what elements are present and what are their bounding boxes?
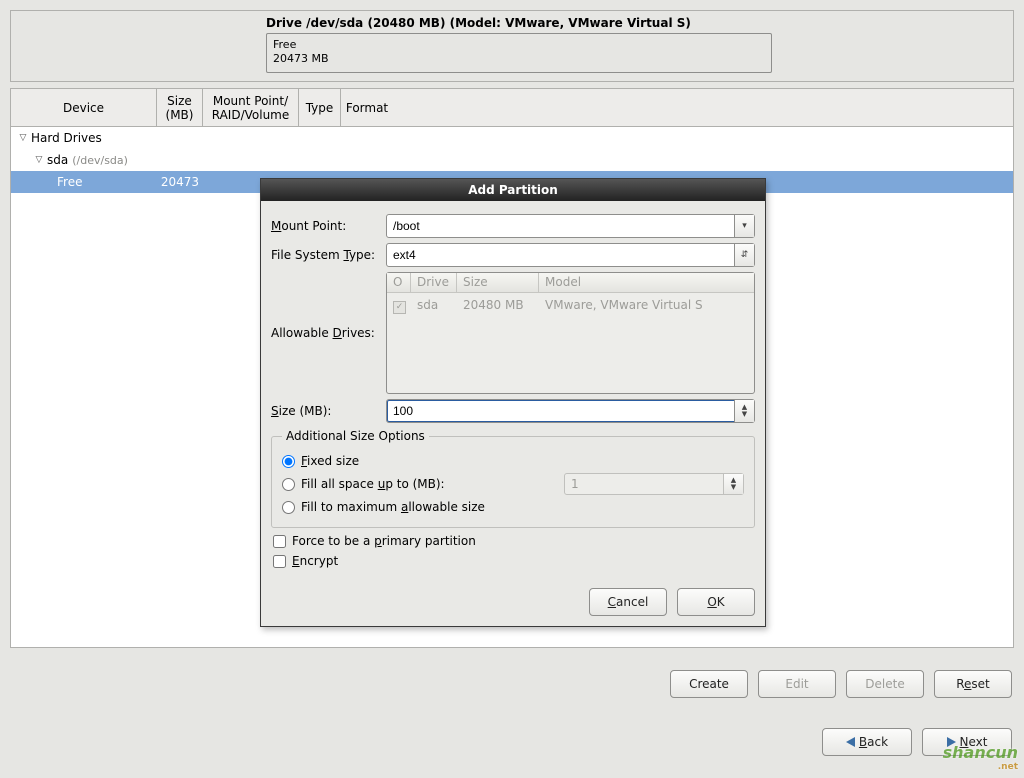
tree-label: Hard Drives — [31, 131, 177, 145]
fs-type-label: File System Type: — [271, 248, 386, 262]
col-size[interactable]: Size (MB) — [157, 89, 203, 126]
drives-col-check: O — [387, 273, 411, 292]
fs-type-input[interactable] — [387, 244, 734, 266]
drives-table[interactable]: O Drive Size Model ✓ sda 20480 MB VMware… — [386, 272, 755, 394]
drives-row-drive: sda — [411, 296, 457, 316]
drives-row-model: VMware, VMware Virtual S — [539, 296, 754, 316]
radio-fill-max[interactable]: Fill to maximum allowable size — [282, 500, 744, 514]
drives-row[interactable]: ✓ sda 20480 MB VMware, VMware Virtual S — [387, 293, 754, 316]
fillup-spinner: 1 ▲▼ — [564, 473, 744, 495]
drive-free-box: Free 20473 MB — [266, 33, 772, 73]
ok-button[interactable]: OK — [677, 588, 755, 616]
tree-row-hard-drives[interactable]: ▽ Hard Drives — [11, 127, 1013, 149]
tree-label: sda — [47, 153, 68, 167]
cancel-button[interactable]: Cancel — [589, 588, 667, 616]
radio-fixed-size[interactable]: Fixed size — [282, 454, 744, 468]
tree-size: 20473 — [157, 175, 203, 189]
checkbox-disabled-icon: ✓ — [393, 301, 406, 314]
mount-point-label: Mount Point: — [271, 219, 386, 233]
nav-buttons: Back Next — [822, 728, 1012, 756]
radio-fillup-input[interactable] — [282, 478, 295, 491]
mount-point-combo[interactable]: ▾ — [386, 214, 755, 238]
back-button[interactable]: Back — [822, 728, 912, 756]
encrypt-row[interactable]: Encrypt — [273, 554, 753, 568]
mount-point-input[interactable] — [387, 215, 734, 237]
fs-type-row: File System Type: ⇵ — [271, 243, 755, 267]
radio-fixed-label: Fixed size — [301, 454, 359, 468]
drive-free-label: Free — [273, 38, 765, 52]
arrow-right-icon — [947, 737, 956, 747]
drive-banner: Drive /dev/sda (20480 MB) (Model: VMware… — [10, 10, 1014, 82]
drives-col-model: Model — [539, 273, 754, 292]
drive-title: Drive /dev/sda (20480 MB) (Model: VMware… — [266, 16, 691, 30]
spinner-buttons-icon[interactable]: ▲▼ — [734, 400, 754, 422]
drive-free-size: 20473 MB — [273, 52, 765, 66]
radio-fixed-input[interactable] — [282, 455, 295, 468]
drives-col-drive: Drive — [411, 273, 457, 292]
device-path: (/dev/sda) — [72, 154, 128, 167]
radio-max-input[interactable] — [282, 501, 295, 514]
edit-button[interactable]: Edit — [758, 670, 836, 698]
fillup-value: 1 — [565, 477, 723, 491]
size-input[interactable] — [387, 400, 734, 422]
updown-icon[interactable]: ⇵ — [734, 244, 754, 266]
col-mount[interactable]: Mount Point/ RAID/Volume — [203, 89, 299, 126]
next-button[interactable]: Next — [922, 728, 1012, 756]
mount-point-row: Mount Point: ▾ — [271, 214, 755, 238]
encrypt-checkbox[interactable] — [273, 555, 286, 568]
size-row: Size (MB): ▲▼ — [271, 399, 755, 423]
radio-fill-up-to[interactable]: Fill all space up to (MB): 1 ▲▼ — [282, 473, 744, 495]
size-spinner[interactable]: ▲▼ — [386, 399, 755, 423]
force-primary-row[interactable]: Force to be a primary partition — [273, 534, 753, 548]
col-format[interactable]: Format — [341, 89, 393, 126]
force-primary-checkbox[interactable] — [273, 535, 286, 548]
tree-row-sda[interactable]: ▽ sda (/dev/sda) — [11, 149, 1013, 171]
col-type[interactable]: Type — [299, 89, 341, 126]
action-buttons: Create Edit Delete Reset — [670, 670, 1012, 698]
arrow-left-icon — [846, 737, 855, 747]
add-partition-dialog: Add Partition Mount Point: ▾ File System… — [260, 178, 766, 627]
delete-button[interactable]: Delete — [846, 670, 924, 698]
additional-size-options: Additional Size Options Fixed size Fill … — [271, 429, 755, 528]
drives-row-size: 20480 MB — [457, 296, 539, 316]
expander-icon[interactable]: ▽ — [33, 154, 45, 166]
size-options-legend: Additional Size Options — [282, 429, 429, 443]
spinner-buttons-icon: ▲▼ — [723, 474, 743, 494]
encrypt-label: Encrypt — [292, 554, 338, 568]
dialog-title[interactable]: Add Partition — [261, 179, 765, 201]
radio-fillup-label: Fill all space up to (MB): — [301, 477, 445, 491]
dialog-actions: Cancel OK — [261, 580, 765, 626]
create-button[interactable]: Create — [670, 670, 748, 698]
size-label: Size (MB): — [271, 404, 386, 418]
allowable-drives-row: Allowable Drives: O Drive Size Model ✓ s… — [271, 272, 755, 394]
drives-col-size: Size — [457, 273, 539, 292]
reset-button[interactable]: Reset — [934, 670, 1012, 698]
allowable-drives-label: Allowable Drives: — [271, 326, 386, 340]
tree-label: Free — [57, 175, 157, 189]
col-device[interactable]: Device — [11, 89, 157, 126]
column-headers: Device Size (MB) Mount Point/ RAID/Volum… — [11, 89, 1013, 127]
chevron-down-icon[interactable]: ▾ — [734, 215, 754, 237]
force-primary-label: Force to be a primary partition — [292, 534, 476, 548]
fs-type-combo[interactable]: ⇵ — [386, 243, 755, 267]
expander-icon[interactable]: ▽ — [17, 132, 29, 144]
radio-max-label: Fill to maximum allowable size — [301, 500, 485, 514]
